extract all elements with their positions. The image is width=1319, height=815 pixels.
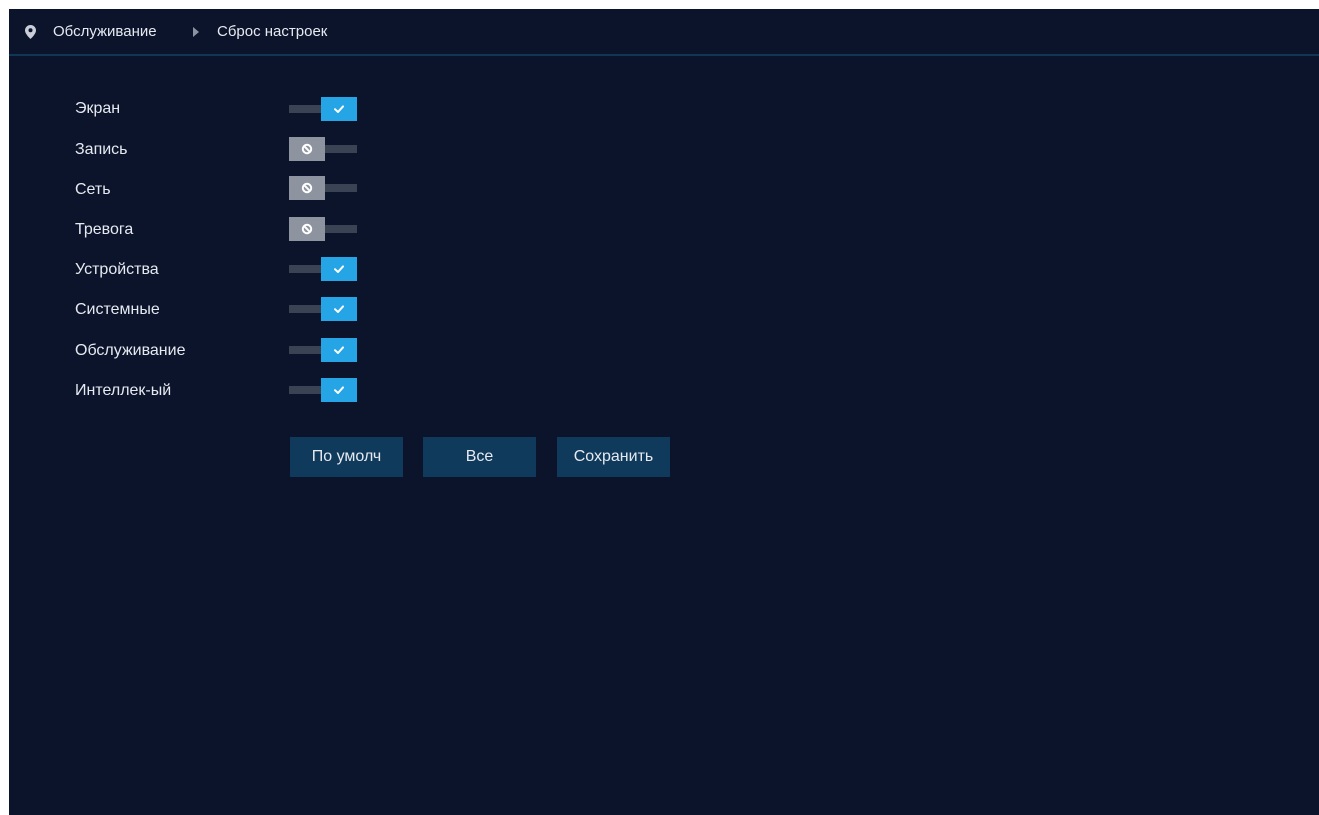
toggle-knob xyxy=(321,297,357,321)
toggle-devices[interactable] xyxy=(289,257,357,281)
toggle-system[interactable] xyxy=(289,297,357,321)
disabled-icon xyxy=(301,143,313,155)
option-label-devices: Устройства xyxy=(75,261,159,278)
save-button[interactable]: Сохранить xyxy=(557,437,670,477)
checkmark-icon xyxy=(334,105,344,113)
disabled-icon xyxy=(301,223,313,235)
checkmark-icon xyxy=(334,346,344,354)
location-pin-icon xyxy=(25,25,36,39)
option-label-record: Запись xyxy=(75,141,128,158)
toggle-knob xyxy=(289,137,325,161)
breadcrumb-section[interactable]: Обслуживание xyxy=(53,23,157,41)
checkmark-icon xyxy=(334,305,344,313)
toggle-intelligent[interactable] xyxy=(289,378,357,402)
toggle-knob xyxy=(321,257,357,281)
option-label-intelligent: Интеллек-ый xyxy=(75,382,172,399)
toggle-knob xyxy=(321,338,357,362)
toggle-alarm[interactable] xyxy=(289,217,357,241)
breadcrumb: Обслуживание Сброс настроек xyxy=(9,9,1319,56)
all-button[interactable]: Все xyxy=(423,437,536,477)
option-label-maintenance: Обслуживание xyxy=(75,342,186,359)
checkmark-icon xyxy=(334,265,344,273)
breadcrumb-page: Сброс настроек xyxy=(217,23,328,40)
toggle-maintenance[interactable] xyxy=(289,338,357,362)
default-button[interactable]: По умолч xyxy=(290,437,403,477)
checkmark-icon xyxy=(334,386,344,394)
toggle-knob xyxy=(321,97,357,121)
toggle-knob xyxy=(289,217,325,241)
option-label-network: Сеть xyxy=(75,181,111,198)
toggle-knob xyxy=(321,378,357,402)
option-label-alarm: Тревога xyxy=(75,221,134,238)
toggle-network[interactable] xyxy=(289,176,357,200)
toggle-screen[interactable] xyxy=(289,97,357,121)
triangle-right-icon xyxy=(193,27,199,37)
toggle-record[interactable] xyxy=(289,137,357,161)
reset-settings-window: Обслуживание Сброс настроек Экран Запись… xyxy=(9,9,1319,815)
toggle-knob xyxy=(289,176,325,200)
disabled-icon xyxy=(301,182,313,194)
option-label-system: Системные xyxy=(75,301,160,318)
option-label-screen: Экран xyxy=(75,100,121,117)
